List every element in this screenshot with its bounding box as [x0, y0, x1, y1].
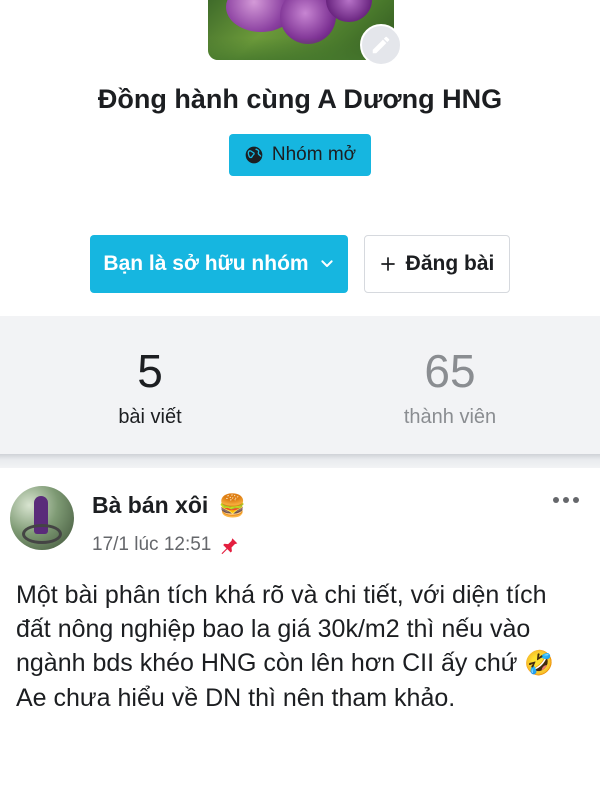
post-label: Đăng bài: [405, 252, 495, 275]
pencil-icon: [372, 36, 390, 54]
owner-label: Bạn là sở hữu nhóm: [103, 252, 309, 275]
pinned-post: Bà bán xôi 🍔 17/1 lúc 12:51 Một bài phân…: [0, 468, 600, 800]
owner-menu-button[interactable]: Bạn là sở hữu nhóm: [90, 235, 348, 293]
more-options-button[interactable]: [548, 490, 584, 510]
edit-cover-button[interactable]: [360, 24, 402, 66]
author-name: Bà bán xôi: [92, 492, 209, 518]
chevron-down-icon: [320, 260, 333, 267]
plus-icon: [380, 257, 395, 271]
posts-count: 5: [137, 345, 163, 397]
members-label: thành viên: [403, 406, 497, 428]
members-count: 65: [424, 345, 476, 397]
post-meta: 17/1 lúc 12:51: [92, 534, 239, 556]
section-divider: [0, 454, 600, 468]
post-timestamp[interactable]: 17/1 lúc 12:51: [92, 534, 211, 556]
group-title: Đồng hành cùng A Dương HNG: [97, 84, 503, 114]
privacy-badge[interactable]: Nhóm mở: [229, 134, 371, 176]
members-stat[interactable]: 65 thành viên: [300, 316, 600, 429]
laughing-emoji: 🤣: [524, 650, 555, 677]
group-stats: 5 bài viết 65 thành viên: [0, 316, 600, 454]
globe-icon: [245, 146, 263, 164]
pin-icon: [221, 536, 238, 555]
post-body: Một bài phân tích khá rõ và chi tiết, vớ…: [16, 578, 586, 715]
avatar[interactable]: [10, 486, 74, 550]
more-icon: [553, 497, 559, 503]
posts-label: bài viết: [118, 406, 182, 428]
create-post-button[interactable]: Đăng bài: [364, 235, 510, 293]
post-author[interactable]: Bà bán xôi 🍔: [92, 492, 246, 519]
privacy-label: Nhóm mở: [271, 144, 357, 165]
burger-emoji: 🍔: [218, 493, 247, 518]
posts-stat[interactable]: 5 bài viết: [0, 316, 300, 429]
post-body-text: Một bài phân tích khá rõ và chi tiết, vớ…: [16, 581, 547, 677]
post-body-text-2: Ae chưa hiểu về DN thì nên tham khảo.: [16, 684, 456, 712]
